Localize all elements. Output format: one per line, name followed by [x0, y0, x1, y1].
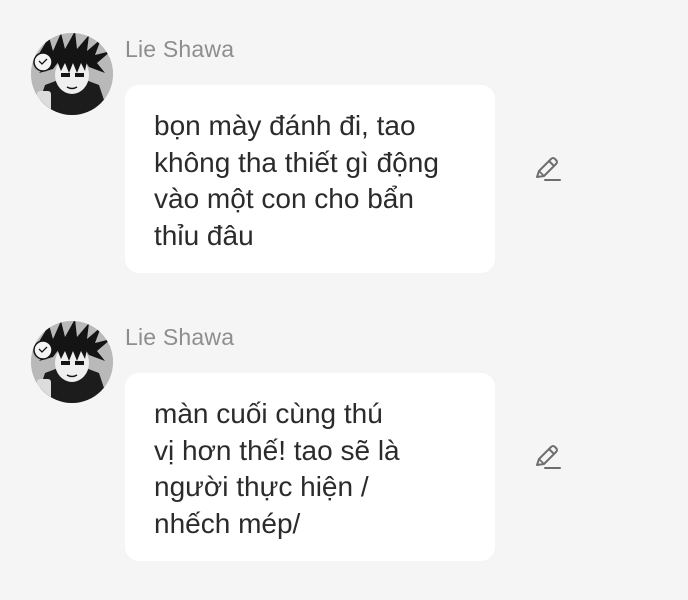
avatar-icon [31, 33, 113, 115]
message-bubble[interactable]: màn cuối cùng thú vị hơn thế! tao sẽ là … [125, 373, 495, 561]
pencil-icon [536, 157, 561, 181]
message-bubble[interactable]: bọn mày đánh đi, tao không tha thiết gì … [125, 85, 495, 273]
pencil-icon [536, 445, 561, 469]
edit-button[interactable] [530, 153, 562, 185]
message-text: màn cuối cùng thú vị hơn thế! tao sẽ là … [154, 398, 400, 539]
sender-name: Lie Shawa [125, 324, 235, 350]
avatar[interactable] [31, 321, 113, 403]
avatar-icon [31, 321, 113, 403]
sender-name: Lie Shawa [125, 36, 235, 62]
avatar[interactable] [31, 33, 113, 115]
message-text: bọn mày đánh đi, tao không tha thiết gì … [154, 110, 439, 251]
edit-button[interactable] [530, 441, 562, 473]
